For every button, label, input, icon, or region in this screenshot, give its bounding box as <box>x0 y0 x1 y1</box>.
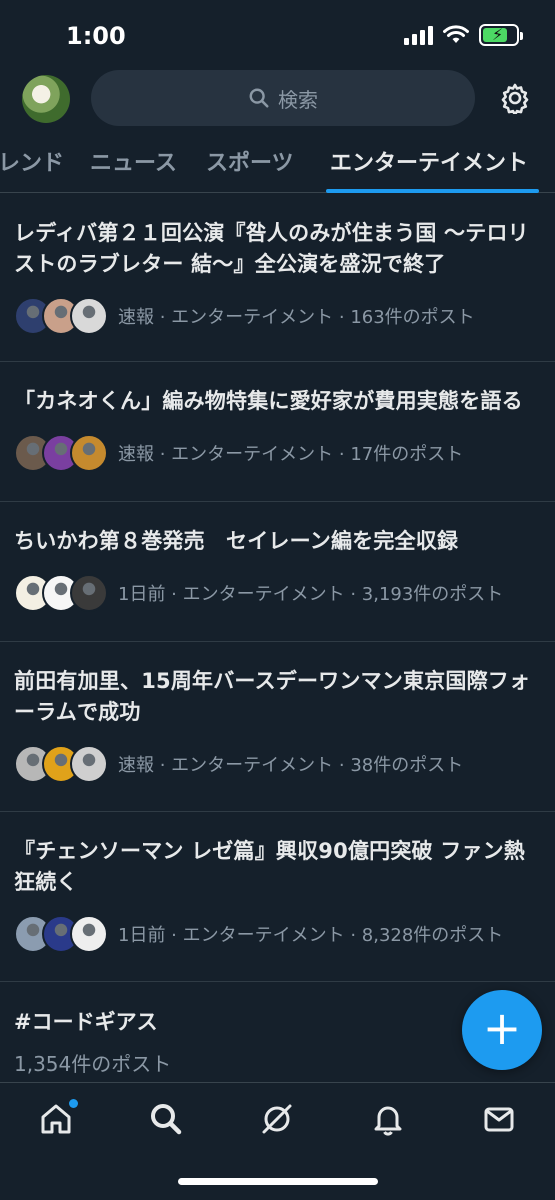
app-screen: 1:00 ⚡ 検索 レンド ニュース スポーツ エンターテイメント レディバ第２… <box>0 0 555 1200</box>
avatar <box>70 745 108 783</box>
avatar <box>70 915 108 953</box>
news-meta: 速報 · エンターテイメント · 17件のポスト <box>14 433 539 473</box>
compose-post-button[interactable]: + <box>462 990 542 1070</box>
news-item[interactable]: ちいかわ第８巻発売 セイレーン編を完全収録 1日前 · エンターテイメント · … <box>0 502 555 642</box>
news-meta-text: 1日前 · エンターテイメント · 8,328件のポスト <box>118 925 504 946</box>
news-title: 前田有加里、15周年バースデーワンマン東京国際フォーラムで成功 <box>14 669 531 724</box>
settings-gear-icon[interactable] <box>499 82 531 114</box>
battery-icon: ⚡ <box>479 24 523 46</box>
nav-grok[interactable] <box>259 1101 295 1137</box>
nav-explore[interactable] <box>148 1101 184 1137</box>
news-meta-text: 速報 · エンターテイメント · 17件のポスト <box>118 444 464 465</box>
news-meta: 1日前 · エンターテイメント · 3,193件のポスト <box>14 573 539 613</box>
news-meta-text: 速報 · エンターテイメント · 38件のポスト <box>118 755 464 776</box>
avatar-stack <box>14 434 114 472</box>
news-item[interactable]: 前田有加里、15周年バースデーワンマン東京国際フォーラムで成功 速報 · エンタ… <box>0 642 555 812</box>
news-item[interactable]: 『チェンソーマン レゼ篇』興収90億円突破 ファン熱狂続く 1日前 · エンター… <box>0 812 555 982</box>
notification-dot <box>69 1099 78 1108</box>
status-bar: 1:00 ⚡ <box>0 0 555 70</box>
news-meta-text: 速報 · エンターテイメント · 163件のポスト <box>118 307 475 328</box>
tab-trend[interactable]: レンド <box>0 145 64 177</box>
nav-notifications[interactable] <box>370 1101 406 1137</box>
news-meta: 速報 · エンターテイメント · 163件のポスト <box>14 296 539 336</box>
tab-sports[interactable]: スポーツ <box>206 145 294 177</box>
search-icon <box>151 1104 182 1135</box>
home-icon <box>41 1104 71 1134</box>
status-icons: ⚡ <box>404 24 523 46</box>
news-meta: 速報 · エンターテイメント · 38件のポスト <box>14 744 539 784</box>
search-bar[interactable]: 検索 <box>91 70 475 126</box>
news-meta-text: 1日前 · エンターテイメント · 3,193件のポスト <box>118 584 504 605</box>
news-item[interactable]: レディバ第２１回公演『咎人のみが住まう国 〜テロリストのラブレター 結〜』全公演… <box>0 194 555 362</box>
mail-icon <box>484 1107 514 1132</box>
news-item[interactable]: 「カネオくん」編み物特集に愛好家が費用実態を語る 速報 · エンターテイメント … <box>0 362 555 502</box>
avatar-stack <box>14 574 114 612</box>
bell-icon <box>374 1106 402 1136</box>
explore-tabs: レンド ニュース スポーツ エンターテイメント <box>0 135 555 193</box>
plus-icon: + <box>482 1001 522 1055</box>
news-title: ちいかわ第８巻発売 セイレーン編を完全収録 <box>14 529 459 553</box>
active-tab-indicator <box>326 189 539 193</box>
avatar <box>70 434 108 472</box>
avatar-stack <box>14 915 114 953</box>
news-title: 『チェンソーマン レゼ篇』興収90億円突破 ファン熱狂続く <box>14 839 526 894</box>
grok-icon <box>262 1104 292 1134</box>
trend-feed: レディバ第２１回公演『咎人のみが住まう国 〜テロリストのラブレター 結〜』全公演… <box>0 194 555 1077</box>
search-placeholder: 検索 <box>278 87 318 112</box>
avatar <box>70 574 108 612</box>
nav-messages[interactable] <box>481 1101 517 1137</box>
news-meta: 1日前 · エンターテイメント · 8,328件のポスト <box>14 914 539 954</box>
signal-icon <box>404 25 433 45</box>
home-indicator <box>178 1178 378 1185</box>
news-title: 「カネオくん」編み物特集に愛好家が費用実態を語る <box>14 389 523 413</box>
status-time: 1:00 <box>66 22 126 50</box>
news-title: レディバ第２１回公演『咎人のみが住まう国 〜テロリストのラブレター 結〜』全公演… <box>14 221 529 276</box>
trend-hashtag: #コードギアス <box>14 1010 158 1034</box>
trend-post-count: 1,354件のポスト <box>14 1052 172 1076</box>
profile-avatar[interactable] <box>22 75 70 123</box>
top-header: 検索 <box>0 68 555 132</box>
tab-news[interactable]: ニュース <box>90 145 177 177</box>
tab-entertainment[interactable]: エンターテイメント <box>330 145 528 177</box>
nav-home[interactable] <box>38 1099 78 1137</box>
avatar <box>70 297 108 335</box>
wifi-icon <box>443 25 469 43</box>
avatar-stack <box>14 297 114 335</box>
search-icon <box>249 88 269 108</box>
avatar-stack <box>14 745 114 783</box>
